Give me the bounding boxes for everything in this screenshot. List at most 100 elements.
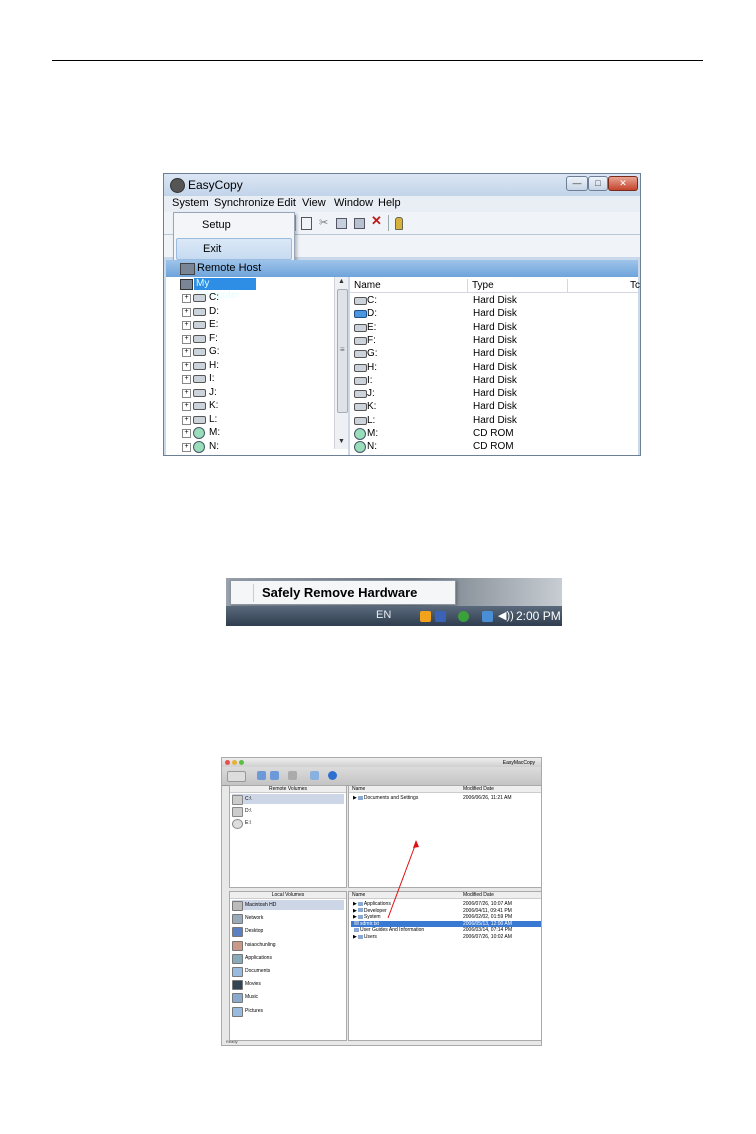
tree-item-label: D: [209, 305, 219, 317]
expand-icon[interactable]: + [182, 402, 191, 411]
drive-tree: My Computer ▲ ≡ ▼ + C: + D: + E: + F: + G: + H: + I: +… [166, 277, 348, 455]
remote-host-bar[interactable]: Remote Host [166, 260, 638, 277]
clock[interactable]: 2:00 PM [516, 609, 561, 623]
list-header: Name Type Tc [350, 279, 640, 293]
list-row[interactable]: H: Hard Disk [350, 361, 638, 374]
tree-item-label: J: [209, 386, 217, 398]
page-rule [52, 60, 703, 61]
list-row[interactable]: N: CD ROM [350, 440, 638, 454]
computer-icon [180, 279, 193, 290]
tree-item-my-computer[interactable]: My Computer [180, 278, 256, 301]
paste-icon[interactable] [354, 218, 365, 229]
expand-icon[interactable]: + [182, 429, 191, 438]
expand-icon[interactable]: + [182, 321, 191, 330]
hard-disk-icon [354, 310, 367, 319]
hard-disk-icon [193, 388, 206, 397]
cut-icon[interactable]: ✂ [319, 216, 328, 230]
delete-icon[interactable]: ✕ [371, 214, 382, 228]
list-row[interactable]: M: CD ROM [350, 427, 638, 440]
hard-disk-icon [354, 336, 367, 345]
column-name[interactable]: Name [350, 279, 467, 292]
safely-remove-hardware-item[interactable]: Safely Remove Hardware [262, 585, 417, 600]
tree-item-label: K: [209, 400, 219, 411]
tree-item[interactable]: + N: [166, 440, 334, 453]
tree-item-label: F: [209, 332, 218, 344]
tree-item[interactable]: + I: [166, 372, 334, 385]
drive-type: Hard Disk [473, 321, 517, 333]
menu-window[interactable]: Window [334, 197, 373, 209]
key-icon[interactable] [395, 217, 403, 230]
expand-icon[interactable]: + [182, 375, 191, 384]
menu-item-exit[interactable]: Exit [176, 238, 292, 260]
expand-icon[interactable]: + [182, 361, 191, 371]
hard-disk-icon [354, 390, 367, 399]
scroll-grip-icon: ≡ [340, 345, 345, 354]
tree-item-label: G: [209, 346, 220, 357]
safely-remove-icon[interactable] [458, 611, 469, 622]
expand-icon[interactable]: + [182, 294, 191, 303]
hard-disk-icon [354, 376, 367, 385]
expand-icon[interactable]: + [182, 348, 191, 357]
column-type[interactable]: Type [467, 279, 567, 292]
drive-name: K: [367, 401, 377, 413]
tree-item[interactable]: + F: [166, 332, 334, 345]
list-row[interactable]: G: Hard Disk [350, 347, 638, 360]
list-row[interactable]: C: Hard Disk [350, 294, 638, 307]
list-row[interactable]: E: Hard Disk [350, 321, 638, 334]
tree-item-label: L: [209, 413, 218, 425]
list-row[interactable]: J: Hard Disk [350, 387, 638, 400]
scroll-down-icon[interactable]: ▼ [338, 438, 345, 445]
drive-name: F: [367, 334, 376, 346]
hard-disk-icon [193, 402, 206, 410]
tree-item[interactable]: + J: [166, 386, 334, 399]
menu-view[interactable]: View [302, 197, 326, 209]
copy-icon[interactable] [336, 218, 347, 229]
maximize-button[interactable]: □ [588, 176, 608, 191]
expand-icon[interactable]: + [182, 388, 191, 398]
drive-type: Hard Disk [473, 414, 517, 426]
tree-item[interactable]: + M: [166, 426, 334, 439]
menu-edit[interactable]: Edit [277, 197, 296, 209]
menu-item-setup[interactable]: Setup [176, 215, 292, 235]
drive-type: Hard Disk [473, 361, 517, 373]
security-alert-icon[interactable] [420, 611, 431, 622]
close-button[interactable]: ✕ [608, 176, 638, 191]
scroll-up-icon[interactable]: ▲ [338, 278, 345, 285]
tree-item[interactable]: + G: [166, 345, 334, 358]
language-indicator[interactable]: EN [376, 609, 391, 621]
menu-synchronize[interactable]: Synchronize [214, 197, 275, 209]
app-icon [170, 178, 185, 193]
expand-icon[interactable]: + [182, 442, 191, 452]
network-icon[interactable] [482, 611, 493, 622]
column-total[interactable]: Tc [567, 279, 640, 292]
tree-scrollbar[interactable]: ▲ ≡ ▼ [334, 277, 348, 449]
drive-name: E: [367, 321, 377, 333]
list-row[interactable]: K: Hard Disk [350, 400, 638, 413]
cd-drive-icon [193, 427, 205, 439]
list-row[interactable]: I: Hard Disk [350, 374, 638, 387]
menu-help[interactable]: Help [378, 197, 401, 209]
network-monitor-icon[interactable] [435, 611, 446, 622]
hard-disk-icon [354, 323, 367, 332]
tree-item[interactable]: + L: [166, 413, 334, 426]
tree-item[interactable]: + C: [166, 291, 334, 304]
list-row[interactable]: D: Hard Disk [350, 307, 638, 320]
expand-icon[interactable]: + [182, 307, 191, 317]
title-bar[interactable]: EasyCopy — □ ✕ [164, 174, 640, 196]
minimize-button[interactable]: — [566, 176, 588, 191]
list-row[interactable]: L: Hard Disk [350, 414, 638, 427]
list-row[interactable]: F: Hard Disk [350, 334, 638, 347]
expand-icon[interactable]: + [182, 415, 191, 425]
speaker-icon[interactable]: ◀)) [498, 609, 514, 622]
cd-drive-icon [354, 428, 366, 440]
menu-system[interactable]: System [172, 197, 209, 209]
tree-item[interactable]: + K: [166, 399, 334, 412]
tree-item[interactable]: + E: [166, 318, 334, 331]
tree-item[interactable]: + H: [166, 359, 334, 372]
tree-item[interactable]: + D: [166, 305, 334, 318]
expand-icon[interactable]: + [182, 334, 191, 344]
hard-disk-icon [354, 350, 367, 359]
tree-item-label: E: [209, 319, 219, 330]
drive-type: CD ROM [473, 428, 514, 439]
new-icon[interactable] [301, 217, 312, 230]
